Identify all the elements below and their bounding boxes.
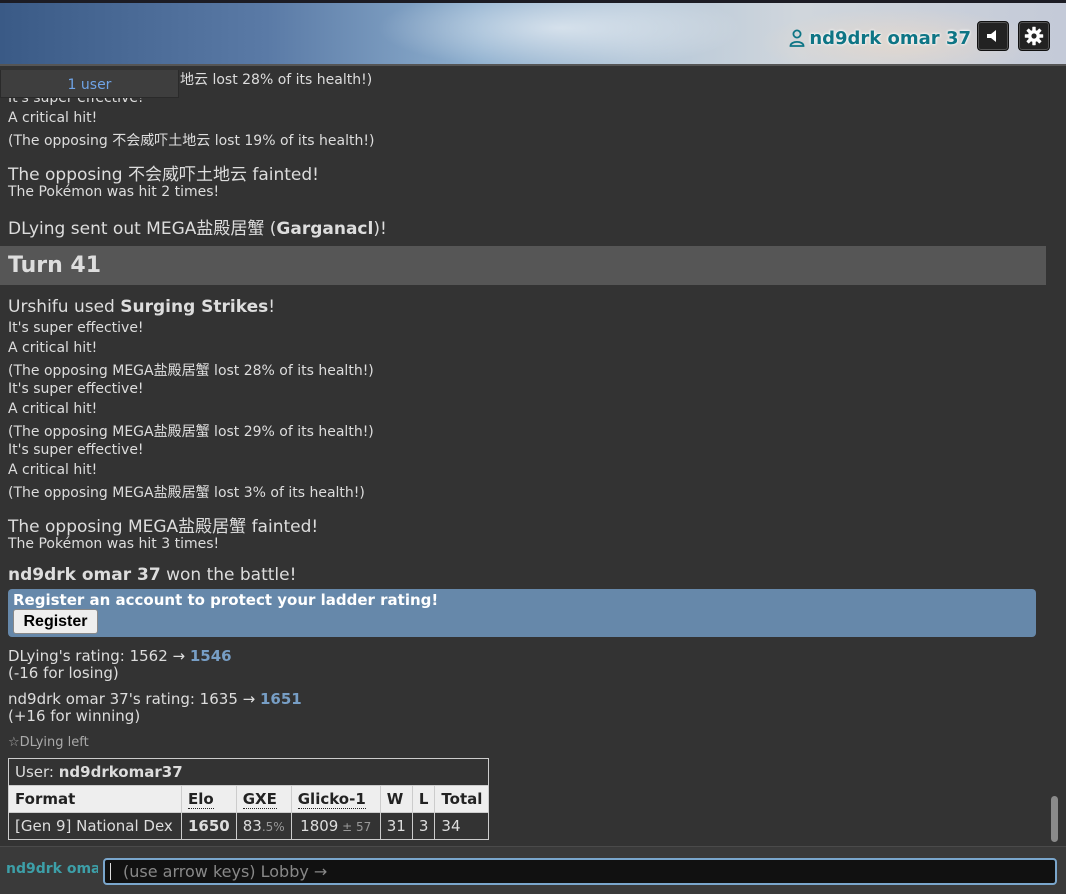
player-left-notice: ☆DLying left [8, 735, 89, 750]
top-header: nd9drk omar 37 [0, 0, 1066, 66]
text: ! [268, 297, 276, 317]
chat-placeholder: (use arrow keys) Lobby → [123, 862, 328, 881]
log-line: The opposing 不会威吓土地云 fainted! [8, 165, 319, 185]
text: )! [373, 219, 387, 239]
text: 1809 [300, 817, 339, 835]
log-line: A critical hit! [8, 340, 98, 356]
log-line: (The opposing MEGA盐殿居蟹 lost 3% of its he… [8, 485, 365, 501]
log-line: A critical hit! [8, 401, 98, 417]
rating-note: (-16 for losing) [8, 664, 119, 682]
settings-button[interactable] [1018, 21, 1050, 51]
log-line-move: Urshifu used Surging Strikes! [8, 297, 275, 317]
text: nd9drk omar 37's rating: 1635 → [8, 690, 260, 708]
col-gxe: GXE [235, 785, 292, 813]
log-line: (The opposing MEGA盐殿居蟹 lost 28% of its h… [8, 363, 374, 379]
text: 83 [242, 817, 262, 835]
header-username[interactable]: nd9drk omar 37 [809, 28, 971, 49]
log-line-winner: nd9drk omar 37 won the battle! [8, 565, 296, 585]
log-line-partial: 地云 lost 28% of its health!) [180, 72, 373, 88]
log-line-switch: DLying sent out MEGA盐殿居蟹 (Garganacl)! [8, 214, 387, 239]
text: DLying sent out MEGA盐殿居蟹 ( [8, 219, 277, 239]
chat-bar: nd9drk omar 37 (use arrow keys) Lobby → [0, 846, 1066, 894]
table-header-row: Format Elo GXE Glicko-1 W L Total [8, 785, 490, 813]
register-button[interactable]: Register [13, 609, 98, 634]
chat-username[interactable]: nd9drk omar 37 [6, 861, 98, 877]
cell-format: [Gen 9] National Dex [8, 812, 182, 840]
chat-input[interactable]: (use arrow keys) Lobby → [103, 858, 1057, 885]
col-total: Total [434, 785, 490, 813]
rating-change-loser: DLying's rating: 1562 → 1546 [8, 647, 232, 665]
rating-note: (+16 for winning) [8, 707, 141, 725]
speaker-icon [987, 30, 996, 42]
cell-elo: 1650 [181, 812, 237, 840]
sound-button[interactable] [977, 21, 1009, 51]
user-menu[interactable]: nd9drk omar 37 [789, 23, 971, 53]
cell-gxe: 83.5% [235, 812, 292, 840]
text-caret [110, 863, 111, 880]
cell-w: 31 [379, 812, 413, 840]
col-l: L [411, 785, 436, 813]
rating-change-winner: nd9drk omar 37's rating: 1635 → 1651 [8, 690, 302, 708]
cell-glicko: 1809 ± 57 [290, 812, 381, 840]
log-line: The Pokémon was hit 2 times! [8, 184, 220, 200]
register-title: Register an account to protect your ladd… [13, 591, 439, 609]
log-line: (The opposing 不会威吓土地云 lost 19% of its he… [8, 133, 375, 149]
ladder-ranking-table: User: nd9drkomar37 Format Elo GXE Glicko… [7, 758, 490, 840]
cell-l: 3 [411, 812, 436, 840]
col-glicko: Glicko-1 [290, 785, 381, 813]
text: GXE [242, 790, 277, 809]
log-line: A critical hit! [8, 462, 98, 478]
col-elo: Elo [181, 785, 237, 813]
text: Glicko-1 [297, 790, 366, 809]
log-line: The Pokémon was hit 3 times! [8, 536, 220, 552]
table-caption-row: User: nd9drkomar37 [7, 758, 490, 786]
cell-total: 34 [434, 812, 490, 840]
text: won the battle! [160, 565, 297, 585]
table-row: [Gen 9] National Dex 1650 83.5% 1809 ± 5… [8, 812, 490, 840]
register-notice: Register an account to protect your ladd… [8, 589, 1036, 637]
table-user-cell: User: nd9drkomar37 [7, 758, 490, 786]
userlist-toggle[interactable]: 1 user [0, 70, 179, 98]
ranking-username: nd9drkomar37 [58, 763, 183, 781]
text: User: [15, 763, 59, 781]
move-name: Surging Strikes [120, 297, 269, 317]
col-w: W [379, 785, 413, 813]
log-line: It's super effective! [8, 381, 144, 397]
winner-name: nd9drk omar 37 [8, 565, 161, 585]
log-line: (The opposing MEGA盐殿居蟹 lost 29% of its h… [8, 424, 374, 440]
log-scrollbar[interactable] [1046, 66, 1066, 846]
new-rating: 1651 [259, 690, 302, 708]
log-line: The opposing MEGA盐殿居蟹 fainted! [8, 517, 319, 537]
log-line: It's super effective! [8, 320, 144, 336]
col-format: Format [8, 785, 182, 813]
gear-icon [1024, 26, 1044, 46]
new-rating: 1546 [189, 647, 232, 665]
battle-log[interactable]: 地云 lost 28% of its health!) It's super e… [0, 66, 1046, 846]
text: Urshifu used [8, 297, 121, 317]
scrollbar-thumb[interactable] [1051, 796, 1058, 842]
turn-header: Turn 41 [0, 246, 1046, 285]
log-line: A critical hit! [8, 110, 98, 126]
text: ± 57 [338, 820, 372, 834]
pokemon-name: Garganacl [276, 219, 374, 239]
text: Elo [188, 790, 214, 809]
user-icon [789, 29, 805, 47]
text: .5% [261, 820, 285, 834]
log-line: It's super effective! [8, 442, 144, 458]
text: DLying's rating: 1562 → [8, 647, 190, 665]
